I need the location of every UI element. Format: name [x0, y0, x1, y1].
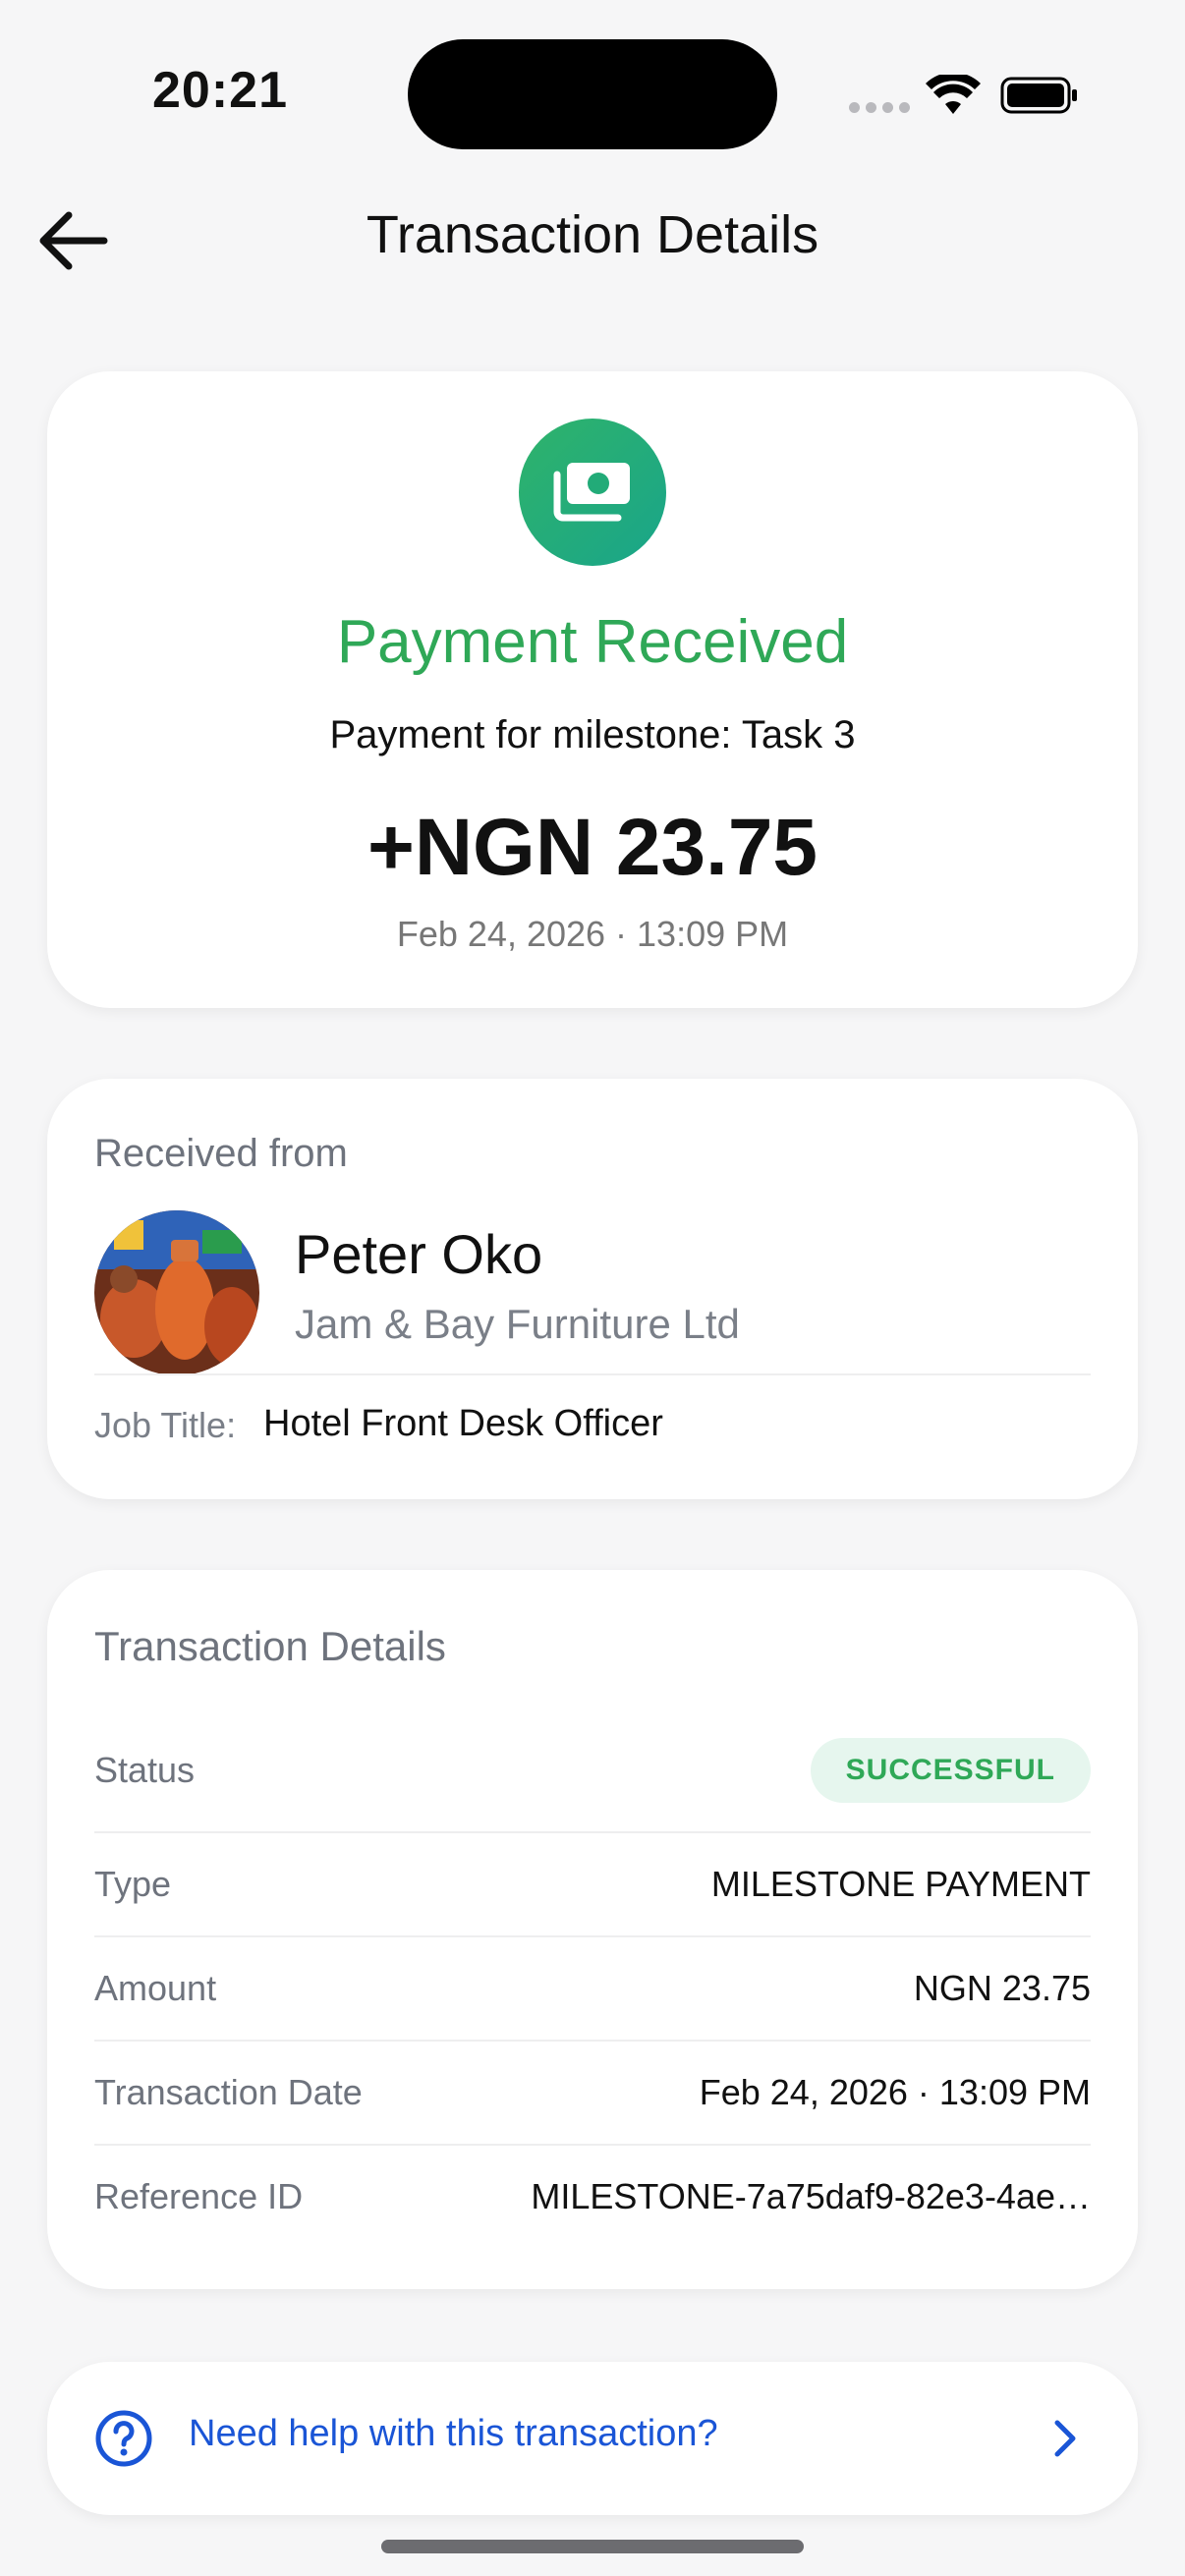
help-link-text[interactable]: Need help with this transaction? [189, 2413, 718, 2455]
detail-row-amount: Amount NGN 23.75 [94, 1937, 1091, 2040]
help-button[interactable]: Need help with this transaction? [47, 2362, 1138, 2515]
chevron-right-icon [1054, 2420, 1076, 2457]
detail-row-status: Status SUCCESSFUL [94, 1719, 1091, 1821]
sender-name: Peter Oko [295, 1223, 543, 1285]
detail-label: Transaction Date [94, 2072, 363, 2112]
status-time: 20:21 [152, 62, 288, 119]
received-from-card: Received from Peter Oko Jam & Bay Furnit… [47, 1079, 1138, 1499]
battery-icon [1000, 77, 1077, 114]
dynamic-island [408, 39, 777, 149]
payment-amount: +NGN 23.75 [367, 803, 818, 892]
divider [94, 1373, 1091, 1375]
reference-id-value[interactable]: MILESTONE-7a75daf9-82e3-4ae… [531, 2176, 1091, 2217]
received-from-label: Received from [94, 1132, 348, 1175]
status-badge: SUCCESSFUL [810, 1738, 1091, 1803]
sender-company: Jam & Bay Furniture Ltd [295, 1301, 740, 1347]
home-indicator[interactable] [381, 2540, 804, 2553]
detail-row-type: Type MILESTONE PAYMENT [94, 1833, 1091, 1935]
detail-label: Status [94, 1750, 196, 1790]
detail-value: MILESTONE PAYMENT [710, 1864, 1091, 1904]
detail-value: Feb 24, 2026 · 13:09 PM [699, 2072, 1091, 2112]
detail-label: Reference ID [94, 2176, 304, 2216]
avatar [94, 1210, 259, 1375]
detail-label: Type [94, 1864, 172, 1904]
detail-value: NGN 23.75 [913, 1968, 1091, 2008]
job-title-label: Job Title: [94, 1405, 237, 1445]
payment-summary-card: Payment Received Payment for milestone: … [47, 371, 1138, 1008]
payment-description: Payment for milestone: Task 3 [329, 713, 856, 756]
detail-row-date: Transaction Date Feb 24, 2026 · 13:09 PM [94, 2042, 1091, 2144]
cellular-signal-icon [849, 102, 910, 113]
job-title-value: Hotel Front Desk Officer [263, 1403, 663, 1444]
payment-status-title: Payment Received [336, 608, 849, 676]
detail-label: Amount [94, 1968, 217, 2008]
help-circle-icon [95, 2410, 152, 2467]
details-section-title: Transaction Details [94, 1623, 446, 1669]
wifi-icon [926, 75, 981, 114]
detail-row-reference[interactable]: Reference ID MILESTONE-7a75daf9-82e3-4ae… [94, 2146, 1091, 2248]
transaction-details-card: Transaction Details Status SUCCESSFUL Ty… [47, 1570, 1138, 2289]
cash-icon [519, 419, 666, 566]
payment-datetime: Feb 24, 2026 · 13:09 PM [396, 914, 789, 954]
page-title: Transaction Details [366, 205, 819, 264]
